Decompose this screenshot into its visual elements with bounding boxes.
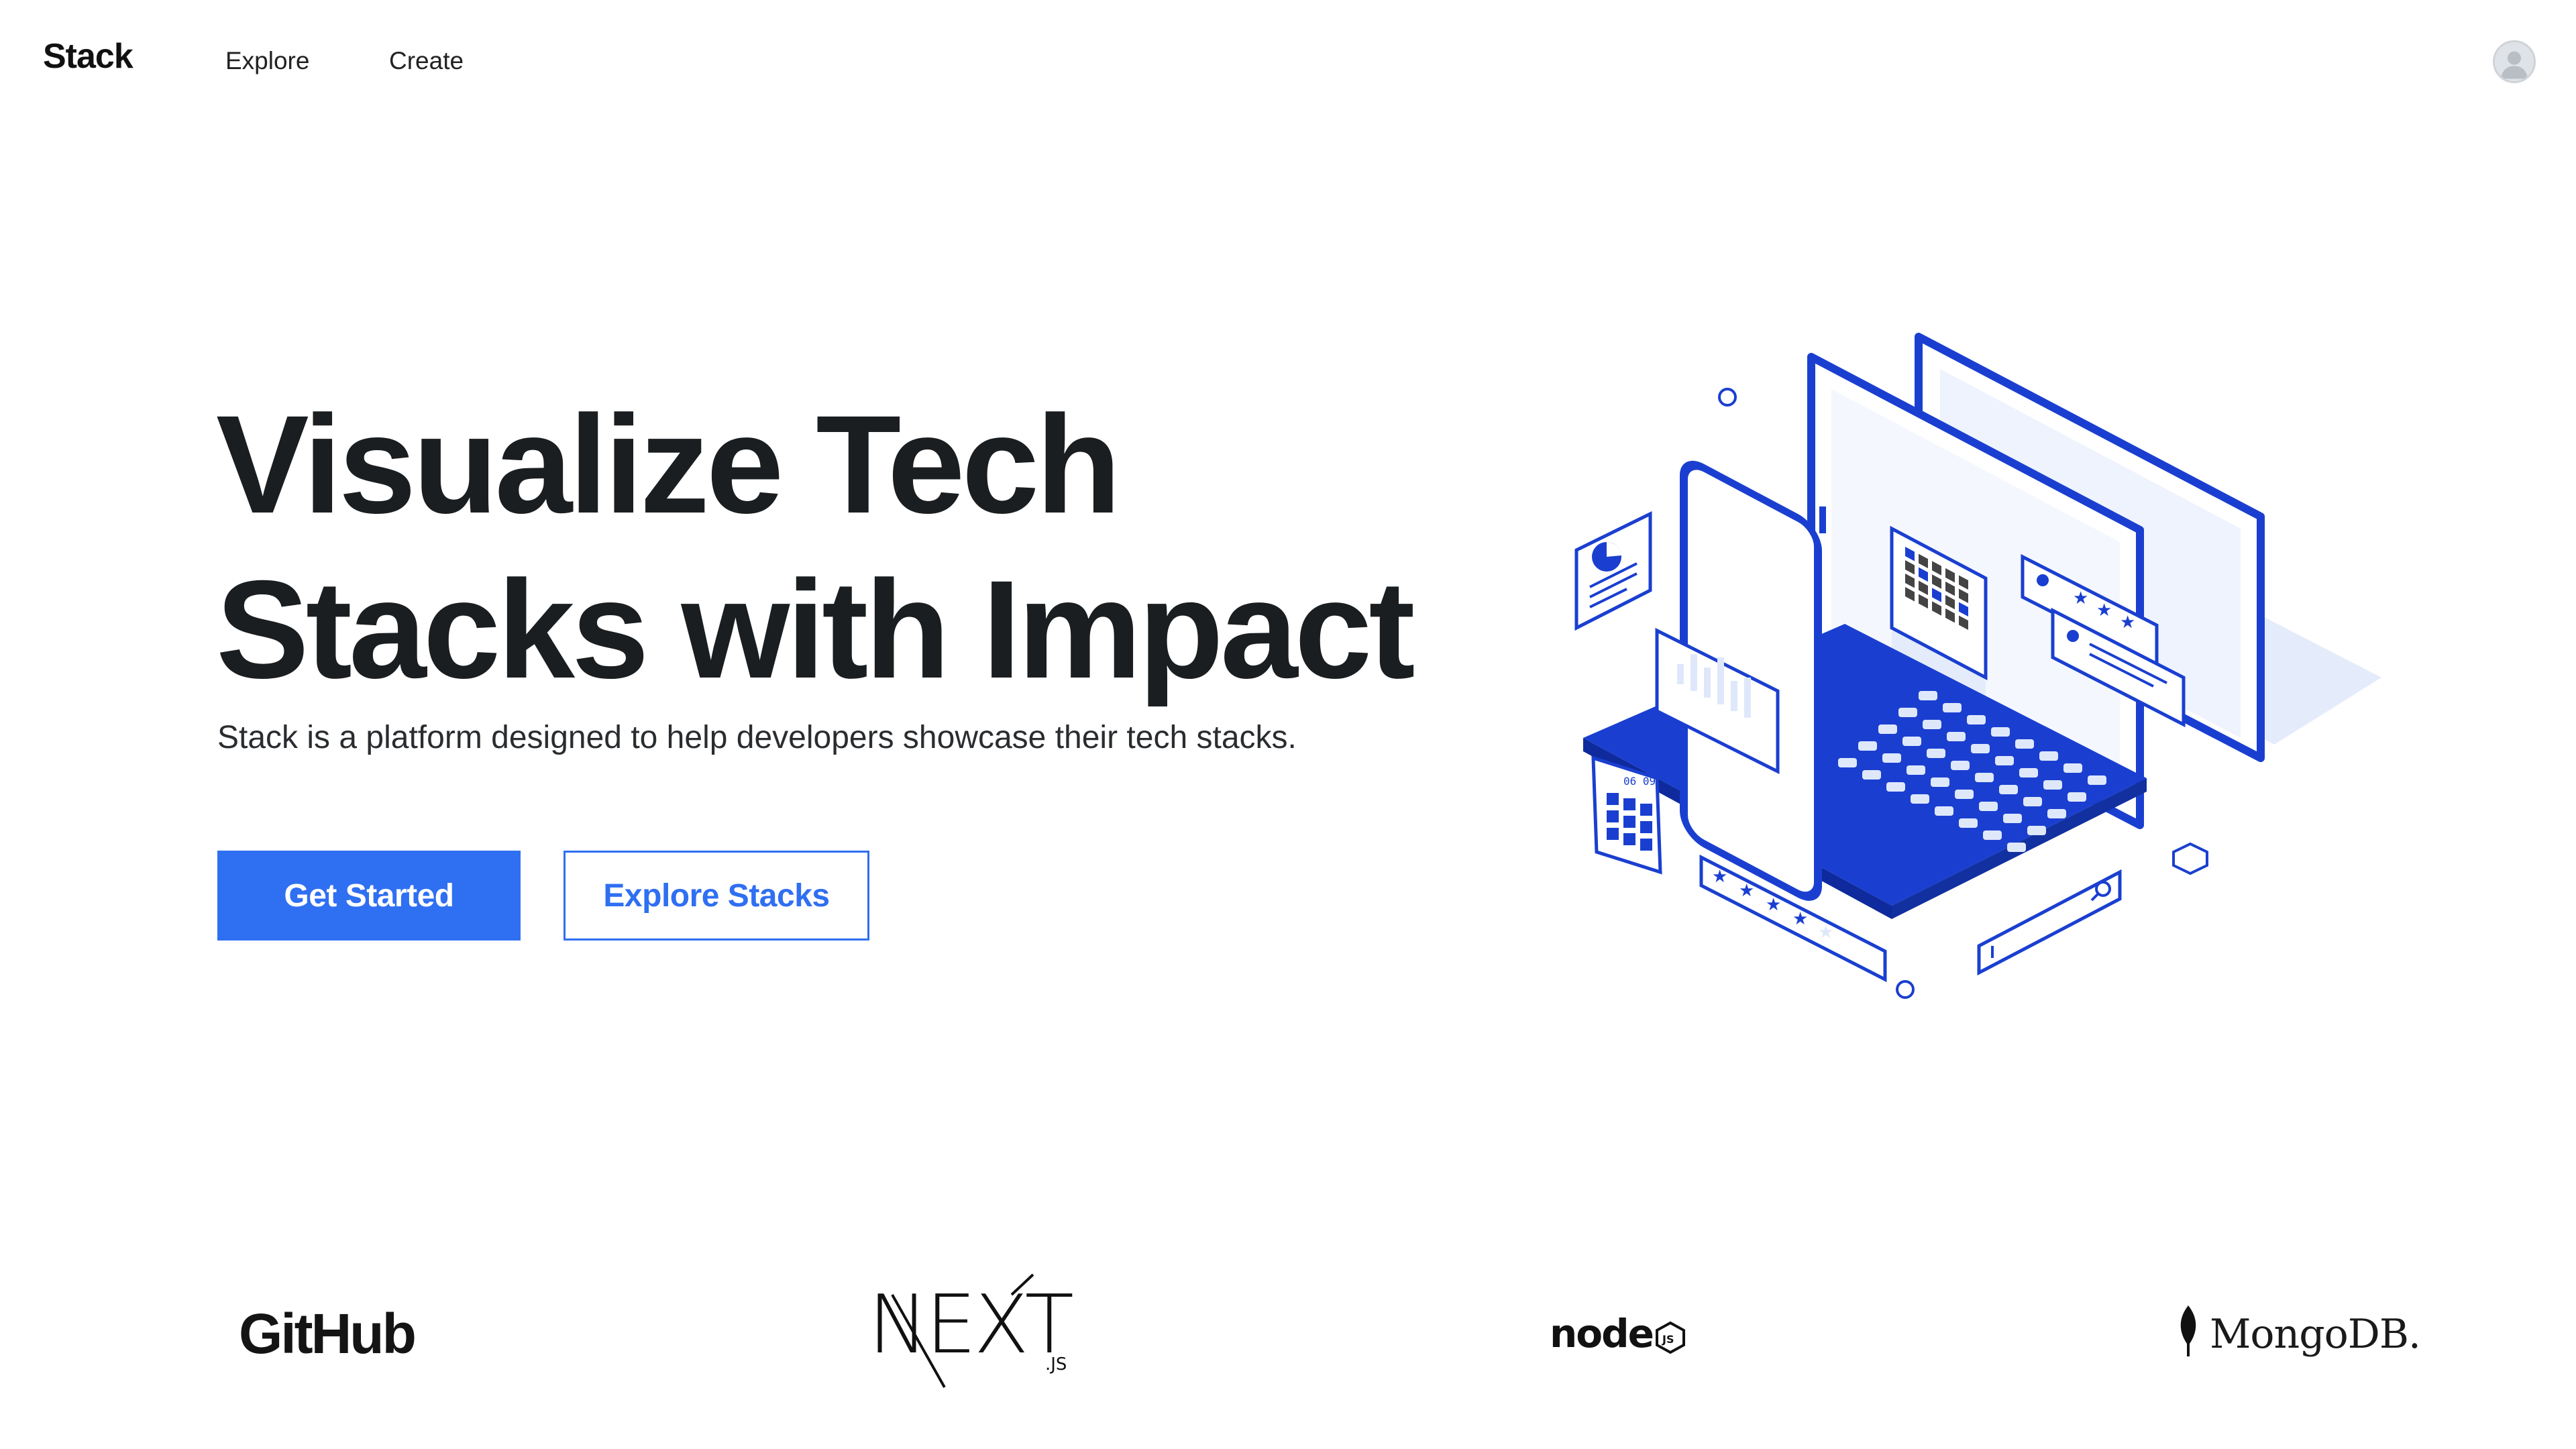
- mongodb-wordmark: MongoDB.: [2210, 1311, 2421, 1358]
- hero-illustration: 06 09 ★ ★ ★ ★ ★ ★ ★ ★: [1574, 333, 2381, 999]
- hero-subtitle: Stack is a platform designed to help dev…: [217, 720, 1297, 755]
- svg-text:★: ★: [1712, 867, 1727, 887]
- svg-text:★: ★: [1792, 909, 1808, 929]
- pie-chart-card-illustration: [1574, 511, 1652, 631]
- tech-logos-strip: GitHub NEXT .JS node JS MongoDB.: [0, 1248, 2576, 1422]
- svg-text:★: ★: [2096, 600, 2112, 621]
- explore-stacks-button[interactable]: Explore Stacks: [564, 851, 869, 941]
- nav-link-explore[interactable]: Explore: [225, 47, 309, 75]
- mongodb-leaf-icon: [2180, 1305, 2196, 1356]
- calculator-illustration: 06 09: [1591, 755, 1662, 875]
- nextjs-suffix: .JS: [1045, 1354, 1067, 1375]
- user-avatar[interactable]: [2493, 40, 2536, 83]
- nodejs-logo: node JS: [1550, 1311, 1685, 1356]
- decorative-circle-1: [1718, 388, 1737, 407]
- nodejs-wordmark: node: [1550, 1311, 1653, 1356]
- decorative-hexagon: [2172, 842, 2208, 875]
- svg-text:★: ★: [1766, 895, 1781, 915]
- github-logo: GitHub: [239, 1302, 417, 1365]
- nav-link-create[interactable]: Create: [389, 47, 464, 75]
- calculator-display: 06 09: [1623, 775, 1656, 788]
- hero-title: Visualize Tech Stacks with Impact: [216, 382, 1415, 712]
- get-started-button[interactable]: Get Started: [217, 851, 521, 941]
- nodejs-badge: JS: [1662, 1333, 1674, 1346]
- hero-title-line-1: Visualize Tech: [216, 387, 1121, 543]
- svg-text:★: ★: [2120, 612, 2135, 633]
- search-bar-illustration: [1977, 869, 2122, 976]
- hero-title-line-2: Stacks with Impact: [216, 552, 1415, 708]
- decorative-circle-2: [1896, 980, 1915, 999]
- nextjs-logo: NEXT .JS: [868, 1273, 1075, 1388]
- svg-text:★: ★: [1818, 922, 1833, 943]
- mongodb-logo: MongoDB.: [2169, 1301, 2421, 1368]
- nextjs-wordmark: NEXT: [868, 1279, 1073, 1372]
- top-nav: Stack Explore Create: [0, 0, 2576, 127]
- brand-logo[interactable]: Stack: [43, 36, 133, 76]
- svg-text:★: ★: [2073, 588, 2088, 608]
- svg-text:★: ★: [1739, 881, 1754, 901]
- user-avatar-icon: [2495, 42, 2534, 81]
